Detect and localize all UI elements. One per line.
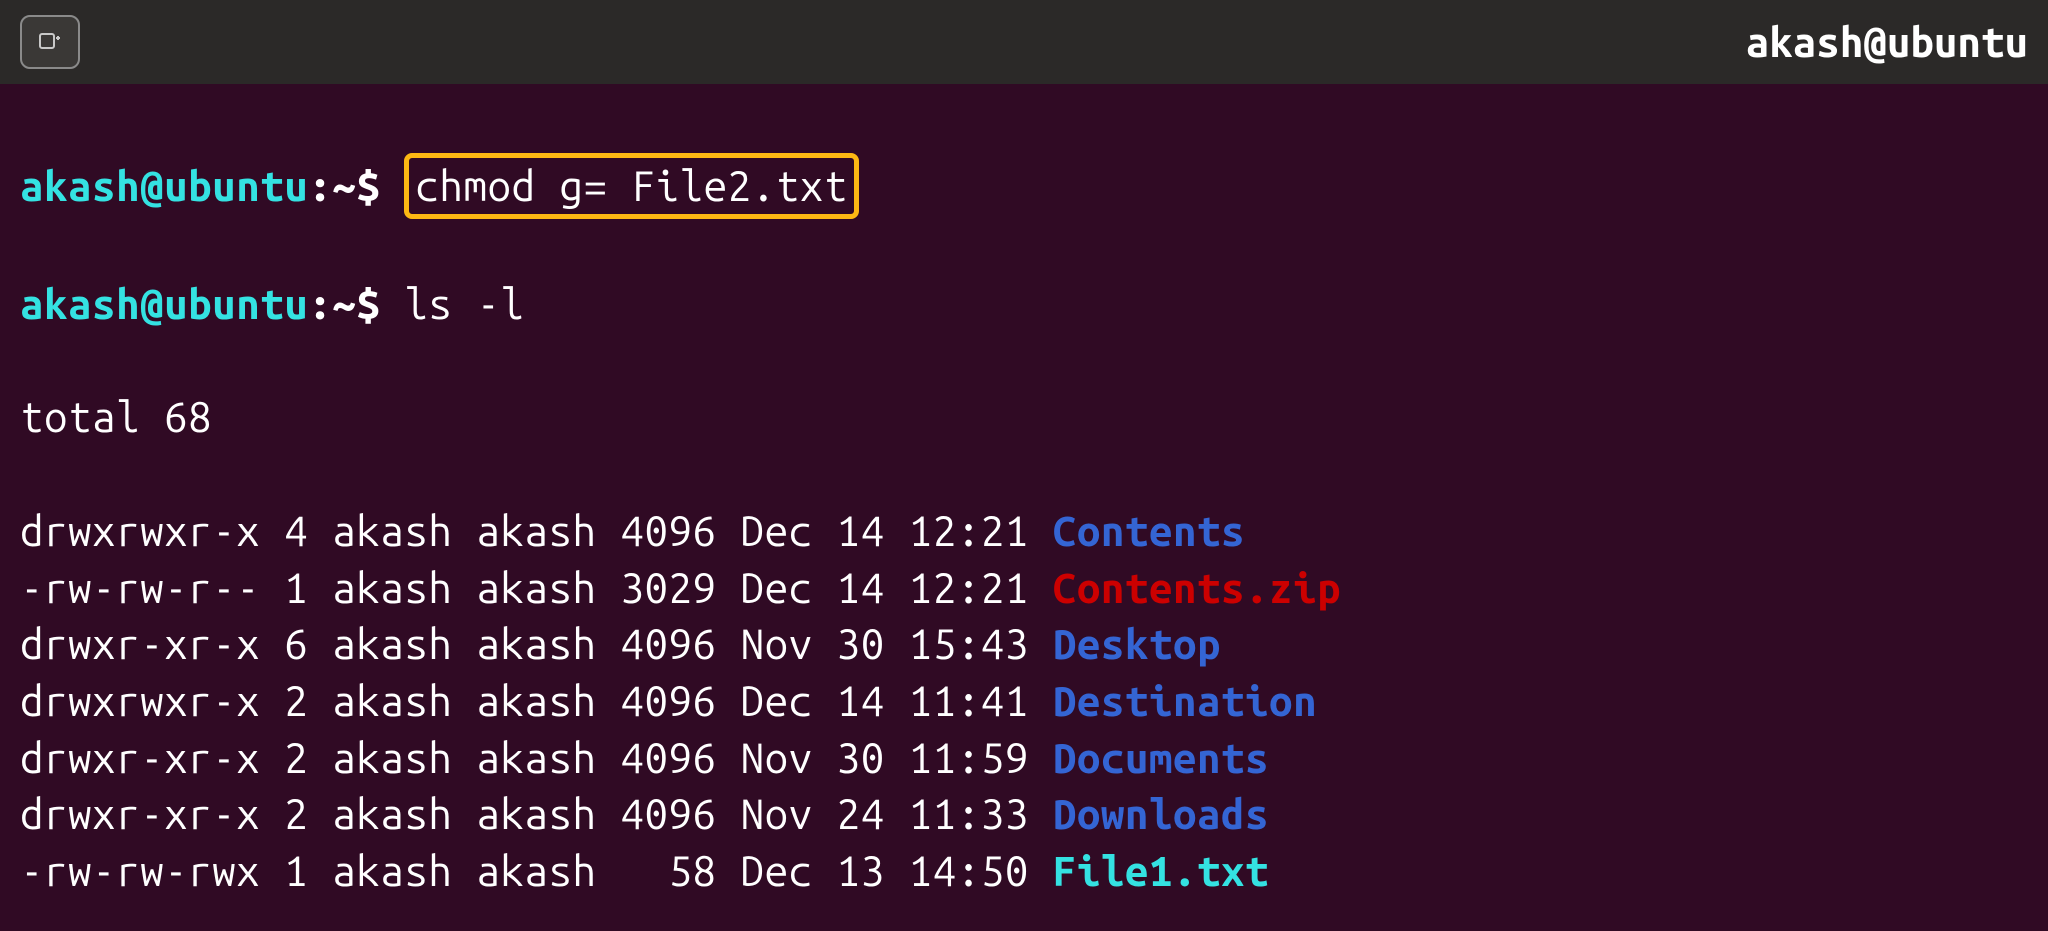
list-row: drwxr-xr-x 6 akash akash 4096 Nov 30 15:…	[20, 616, 2028, 673]
list-row: drwxrwxr-x 2 akash akash 4096 Dec 14 11:…	[20, 673, 2028, 730]
list-row: drwxr-xr-x 2 akash akash 4096 Nov 30 11:…	[20, 730, 2028, 787]
list-filename: Contents.zip	[1053, 564, 1341, 611]
list-perm: drwxrwxr-x 4 akash akash 4096 Dec 14 12:…	[20, 507, 1053, 554]
list-filename: Documents	[1053, 734, 1269, 781]
terminal-area[interactable]: akash@ubuntu:~$ chmod g= File2.txt akash…	[0, 84, 2048, 931]
highlight-command-1: chmod g= File2.txt	[404, 153, 858, 220]
list-row: -rw-rw-rwx 1 akash akash 58 Dec 13 14:50…	[20, 843, 2028, 900]
new-tab-icon	[38, 30, 62, 54]
list-row: -rw-rw-r-- 1 akash akash 3029 Dec 14 12:…	[20, 560, 2028, 617]
new-tab-button[interactable]	[20, 15, 80, 69]
command-text: ls -l	[404, 280, 524, 327]
list-perm: drwxrwxr-x 2 akash akash 4096 Dec 14 11:…	[20, 677, 1053, 724]
command-text: chmod g= File2.txt	[415, 162, 847, 209]
prompt-path: ~	[332, 280, 356, 327]
titlebar: akash@ubuntu	[0, 0, 2048, 84]
list-filename: Downloads	[1053, 790, 1269, 837]
prompt-dollar: $	[356, 280, 380, 327]
prompt-host: ubuntu	[164, 280, 308, 327]
list-filename: Desktop	[1053, 620, 1221, 667]
prompt-line-2: akash@ubuntu:~$ ls -l	[20, 276, 2028, 333]
list-filename: Contents	[1053, 507, 1245, 554]
prompt-line-1: akash@ubuntu:~$ chmod g= File2.txt	[20, 153, 2028, 220]
list-perm: drwxr-xr-x 6 akash akash 4096 Nov 30 15:…	[20, 620, 1053, 667]
prompt-path: ~	[332, 162, 356, 209]
list-perm: -rw-rw-rwx 1 akash akash 58 Dec 13 14:50	[20, 847, 1053, 894]
prompt-colon: :	[308, 162, 332, 209]
list-perm: -rw-rw-r-- 1 akash akash 3029 Dec 14 12:…	[20, 564, 1053, 611]
prompt-colon: :	[308, 280, 332, 327]
list-perm: drwxr-xr-x 2 akash akash 4096 Nov 24 11:…	[20, 790, 1053, 837]
prompt-user: akash	[20, 162, 140, 209]
list-row: drwxrwxr-x 4 akash akash 4096 Dec 14 12:…	[20, 503, 2028, 560]
list-perm: drwxr-xr-x 2 akash akash 4096 Nov 30 11:…	[20, 734, 1053, 781]
list-row: drwxr-xr-x 2 akash akash 4096 Nov 24 11:…	[20, 786, 2028, 843]
window-title: akash@ubuntu	[1746, 14, 2028, 71]
prompt-dollar: $	[356, 162, 380, 209]
prompt-user: akash	[20, 280, 140, 327]
prompt-host: ubuntu	[164, 162, 308, 209]
total-line: total 68	[20, 389, 2028, 446]
prompt-at: @	[140, 280, 164, 327]
prompt-at: @	[140, 162, 164, 209]
list-filename: File1.txt	[1053, 847, 1269, 894]
list-filename: Destination	[1053, 677, 1317, 724]
